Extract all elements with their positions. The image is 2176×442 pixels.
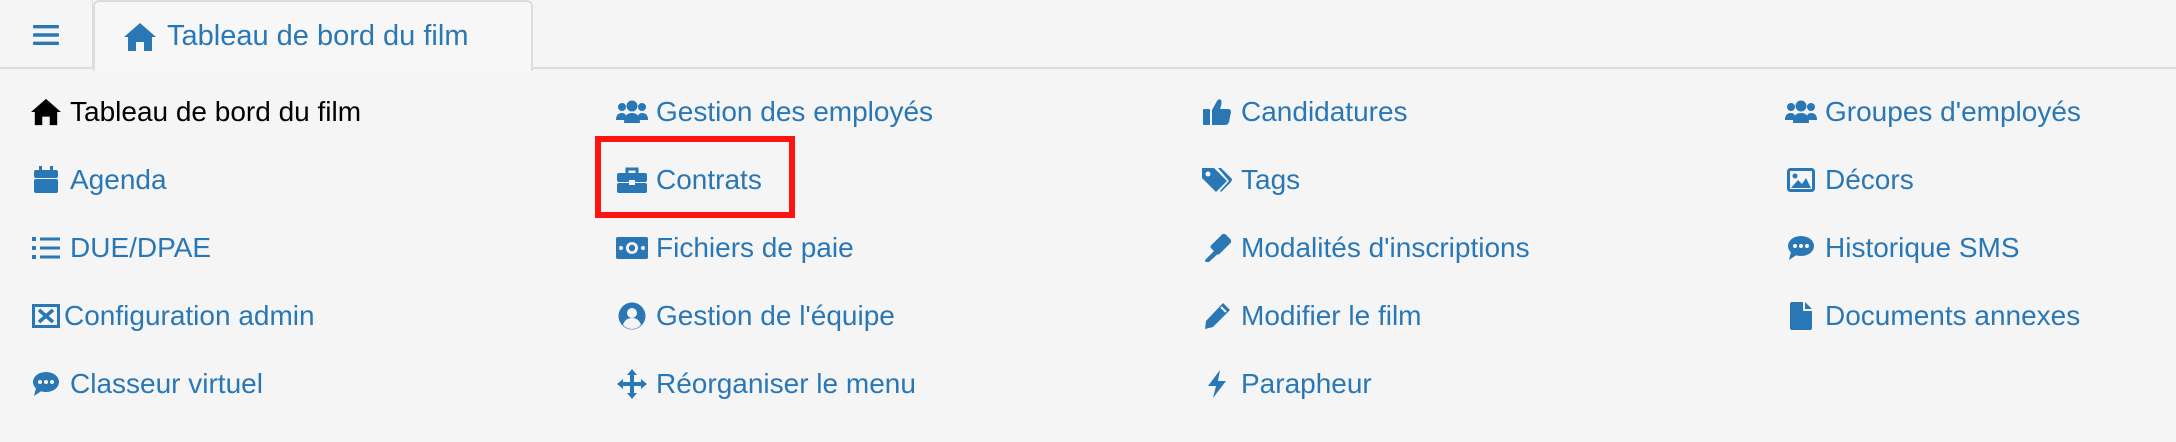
users-icon [616, 96, 648, 128]
hamburger-menu-button[interactable] [0, 0, 93, 69]
menu-column-1: Tableau de bord du film Agenda DUE/DPAE … [30, 78, 361, 418]
menu-column-2: Gestion des employés Contrats Fichiers d… [616, 78, 933, 418]
arrows-move-icon [616, 368, 648, 400]
menu-item-candidatures[interactable]: Candidatures [1201, 78, 1530, 146]
menu-item-tableau-de-bord[interactable]: Tableau de bord du film [30, 78, 361, 146]
menu-item-label: Contrats [656, 164, 762, 195]
menu-item-groupes-employes[interactable]: Groupes d'employés [1785, 78, 2081, 146]
menu-item-gestion-equipe[interactable]: Gestion de l'équipe [616, 282, 933, 350]
menu-item-documents-annexes[interactable]: Documents annexes [1785, 282, 2081, 350]
menu-item-label: Fichiers de paie [656, 232, 854, 263]
money-bill-icon [616, 232, 648, 264]
briefcase-icon [616, 164, 648, 196]
menu-item-label: Modifier le film [1241, 300, 1422, 331]
menu-item-label: Modalités d'inscriptions [1241, 232, 1530, 263]
admin-box-icon [30, 300, 62, 332]
menu-item-label: Tags [1241, 164, 1301, 195]
home-icon [124, 22, 156, 51]
menu-item-contrats[interactable]: Contrats [616, 146, 933, 214]
menu-item-label: Candidatures [1241, 96, 1408, 127]
menu-item-historique-sms[interactable]: Historique SMS [1785, 214, 2081, 282]
tags-icon [1201, 164, 1233, 196]
menu-item-gestion-employes[interactable]: Gestion des employés [616, 78, 933, 146]
menu-item-label: Configuration admin [64, 300, 315, 331]
menu-item-label: Historique SMS [1825, 232, 2020, 263]
comment-dots-icon [1785, 232, 1817, 264]
hamburger-icon [33, 24, 59, 45]
menu-column-4: Groupes d'employés Décors Historique SMS… [1785, 78, 2081, 350]
menu-item-agenda[interactable]: Agenda [30, 146, 361, 214]
top-bar: Tableau de bord du film [0, 0, 2176, 71]
menu-item-label: DUE/DPAE [70, 232, 212, 263]
menu-item-modifier-film[interactable]: Modifier le film [1201, 282, 1530, 350]
tab-dashboard[interactable]: Tableau de bord du film [93, 0, 533, 71]
menu-item-modalites-inscriptions[interactable]: Modalités d'inscriptions [1201, 214, 1530, 282]
file-icon [1785, 300, 1817, 332]
image-icon [1785, 164, 1817, 196]
menu-item-due-dpae[interactable]: DUE/DPAE [30, 214, 361, 282]
menu-item-classeur-virtuel[interactable]: Classeur virtuel [30, 350, 361, 418]
menu-item-decors[interactable]: Décors [1785, 146, 2081, 214]
menu-item-label: Parapheur [1241, 368, 1372, 399]
home-icon [30, 96, 62, 128]
user-circle-icon [616, 300, 648, 332]
menu-item-label: Documents annexes [1825, 300, 2081, 331]
users-icon [1785, 96, 1817, 128]
menu-item-label: Gestion des employés [656, 96, 934, 127]
menu-item-label: Tableau de bord du film [70, 96, 362, 127]
thumbs-up-icon [1201, 96, 1233, 128]
menu-item-fichiers-paie[interactable]: Fichiers de paie [616, 214, 933, 282]
menu-item-label: Réorganiser le menu [656, 368, 916, 399]
list-icon [30, 232, 62, 264]
pencil-icon [1201, 300, 1233, 332]
comment-dots-icon [30, 368, 62, 400]
menu-item-reorganiser-menu[interactable]: Réorganiser le menu [616, 350, 933, 418]
menu-item-label: Décors [1825, 164, 1914, 195]
menu-item-label: Agenda [70, 164, 167, 195]
tab-label: Tableau de bord du film [167, 20, 469, 52]
menu-column-3: Candidatures Tags Modalités d'inscriptio… [1201, 78, 1530, 418]
bolt-icon [1201, 368, 1233, 400]
menu-item-label: Groupes d'employés [1825, 96, 2081, 127]
gavel-icon [1201, 232, 1233, 264]
menu-item-tags[interactable]: Tags [1201, 146, 1530, 214]
menu-item-configuration-admin[interactable]: Configuration admin [30, 282, 361, 350]
menu-item-parapheur[interactable]: Parapheur [1201, 350, 1530, 418]
menu-item-label: Gestion de l'équipe [656, 300, 895, 331]
calendar-icon [30, 164, 62, 196]
menu-item-label: Classeur virtuel [70, 368, 263, 399]
